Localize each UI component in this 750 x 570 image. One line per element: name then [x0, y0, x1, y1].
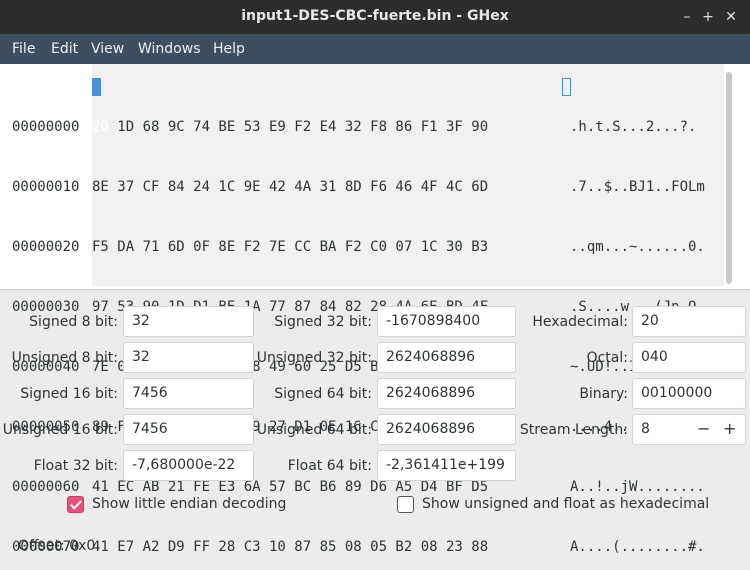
unsigned-64-field[interactable]: 2624068896 — [377, 414, 516, 445]
unsigned-8-label: Unsigned 8 bit: — [11, 350, 118, 366]
hexadecimal-label: Hexadecimal: — [532, 314, 628, 330]
signed-64-field[interactable]: 2624068896 — [377, 378, 516, 409]
offset-row: 00000000 — [12, 119, 80, 135]
float-32-label: Float 32 bit: — [33, 458, 118, 474]
offset-row: 00000010 — [12, 179, 80, 195]
ascii-row[interactable]: A..!..jW........ — [570, 477, 705, 497]
signed-16-field[interactable]: 7456 — [123, 378, 254, 409]
signed-64-label: Signed 64 bit: — [274, 386, 372, 402]
stream-length-label: Stream Length: — [519, 422, 628, 438]
signed-32-label: Signed 32 bit: — [274, 314, 372, 330]
menu-edit[interactable]: Edit — [51, 41, 78, 57]
menu-bar: File Edit View Windows Help — [0, 34, 750, 64]
vertical-scrollbar[interactable] — [726, 72, 732, 284]
offset-row: 00000060 — [12, 479, 80, 495]
float-64-field[interactable]: -2,361411e+199 — [377, 450, 516, 481]
unsigned-32-label: Unsigned 32 bit: — [256, 350, 372, 366]
offset-row: 00000020 — [12, 239, 80, 255]
signed-32-field[interactable]: -1670898400 — [377, 306, 516, 337]
maximize-icon[interactable]: + — [697, 6, 719, 28]
hex-row[interactable]: 41 E7 A2 D9 FF 28 C3 10 87 85 08 05 B2 0… — [92, 537, 488, 557]
selected-byte[interactable]: 20 — [92, 119, 109, 135]
window-title: input1-DES-CBC-fuerte.bin - GHex — [241, 8, 509, 24]
hex-row[interactable]: 20 1D 68 9C 74 BE 53 E9 F2 E4 32 F8 86 F… — [92, 117, 488, 137]
menu-help[interactable]: Help — [213, 41, 245, 57]
ascii-row[interactable]: .7..$..BJ1..FOLm — [570, 177, 705, 197]
float-64-label: Float 64 bit: — [287, 458, 372, 474]
unsigned-hex-checkbox[interactable] — [397, 496, 414, 513]
unsigned-8-field[interactable]: 32 — [123, 342, 254, 373]
unsigned-16-label: Unsigned 16 bit: — [2, 422, 118, 438]
ascii-row[interactable]: A....(........#. — [570, 537, 705, 557]
minimize-icon[interactable]: – — [676, 6, 698, 28]
signed-16-label: Signed 16 bit: — [20, 386, 118, 402]
unsigned-16-field[interactable]: 7456 — [123, 414, 254, 445]
float-32-field[interactable]: -7,680000e-22 — [123, 450, 254, 481]
offset-status: Offset: 0x0 — [18, 538, 96, 554]
hexadecimal-field[interactable]: 20 — [632, 306, 746, 337]
ascii-row[interactable]: .h.t.S...2...?. — [570, 117, 705, 137]
little-endian-label[interactable]: Show little endian decoding — [92, 496, 286, 512]
ascii-row[interactable]: ..qm...~......0. — [570, 237, 705, 257]
menu-file[interactable]: File — [12, 41, 35, 57]
signed-8-field[interactable]: 32 — [123, 306, 254, 337]
little-endian-checkbox[interactable] — [67, 496, 84, 513]
signed-8-label: Signed 8 bit: — [29, 314, 118, 330]
hex-row[interactable]: 8E 37 CF 84 24 1C 9E 42 4A 31 8D F6 46 4… — [92, 177, 488, 197]
unsigned-64-label: Unsigned 64 bit: — [256, 422, 372, 438]
hex-row-rest[interactable]: 1D 68 9C 74 BE 53 E9 F2 E4 32 F8 86 F1 3… — [109, 119, 488, 135]
octal-field[interactable]: 040 — [632, 342, 746, 373]
close-icon[interactable]: ✕ — [720, 6, 742, 28]
title-bar: input1-DES-CBC-fuerte.bin - GHex – + ✕ — [0, 0, 750, 34]
stream-length-value[interactable]: 8 — [641, 421, 650, 437]
decrement-icon[interactable]: − — [697, 419, 710, 438]
binary-field[interactable]: 00100000 — [632, 378, 746, 409]
increment-icon[interactable]: + — [723, 419, 736, 438]
menu-view[interactable]: View — [91, 41, 124, 57]
binary-label: Binary: — [579, 386, 628, 402]
hex-row[interactable]: F5 DA 71 6D 0F 8E F2 7E CC BA F2 C0 07 1… — [92, 237, 488, 257]
menu-windows[interactable]: Windows — [138, 41, 201, 57]
hex-view[interactable]: 00000000 00000010 00000020 00000030 0000… — [0, 64, 750, 555]
unsigned-hex-label[interactable]: Show unsigned and float as hexadecimal — [422, 496, 709, 512]
octal-label: Octal: — [586, 350, 628, 366]
unsigned-32-field[interactable]: 2624068896 — [377, 342, 516, 373]
